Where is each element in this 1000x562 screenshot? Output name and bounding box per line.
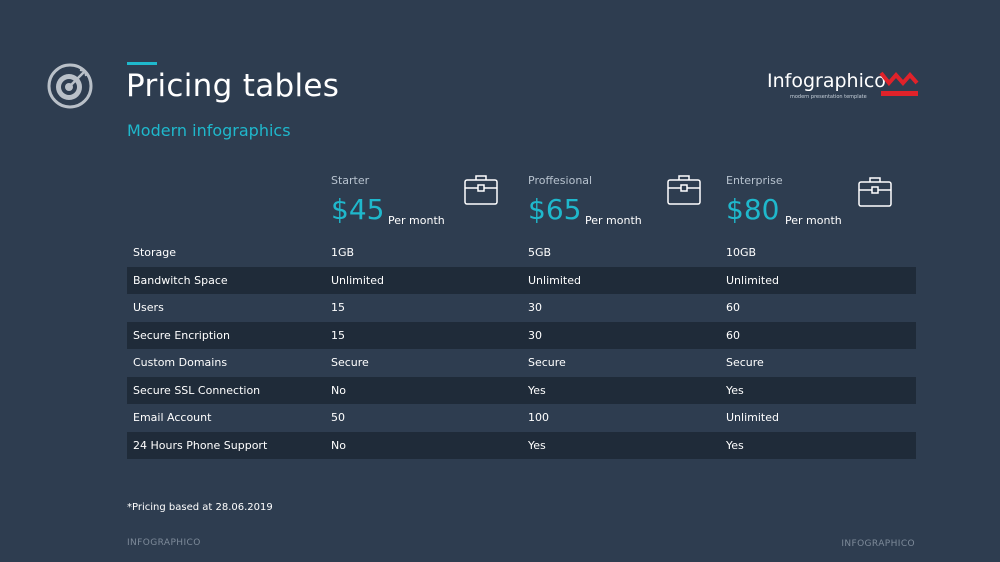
table-cell: Yes — [726, 383, 744, 397]
feature-label: Custom Domains — [133, 356, 228, 369]
table-cell: No — [331, 438, 346, 452]
table-row: Email Account 50 100 Unlimited — [127, 404, 916, 432]
table-cell: Secure — [726, 356, 764, 369]
table-cell: Unlimited — [726, 273, 779, 287]
footer-brand-right: INFOGRAPHICO — [841, 539, 915, 549]
plan-period: Per month — [388, 214, 445, 227]
plan-period: Per month — [585, 214, 642, 227]
table-cell: 100 — [528, 411, 549, 424]
plan-name: Starter — [331, 174, 370, 187]
table-cell: 1GB — [331, 246, 355, 259]
plan-price: $45 — [331, 193, 385, 226]
briefcase-icon — [464, 175, 498, 205]
brand-name: Infographico — [767, 70, 886, 92]
table-row: Custom Domains Secure Secure Secure — [127, 349, 916, 377]
table-cell: Secure — [331, 356, 369, 369]
feature-label: Secure SSL Connection — [133, 383, 261, 397]
table-cell: Secure — [528, 356, 566, 369]
table-cell: 30 — [528, 328, 542, 342]
brand-logo-icon — [879, 71, 919, 96]
title-accent-bar — [127, 62, 157, 65]
table-cell: Yes — [726, 438, 744, 452]
footer-brand-left: INFOGRAPHICO — [127, 538, 201, 548]
table-cell: 15 — [331, 301, 345, 314]
feature-label: Storage — [133, 246, 177, 259]
pricing-note: *Pricing based at 28.06.2019 — [127, 502, 273, 513]
table-cell: Unlimited — [528, 273, 581, 287]
table-cell: 5GB — [528, 246, 552, 259]
page-subtitle: Modern infographics — [127, 121, 291, 140]
table-row: Bandwitch Space Unlimited Unlimited Unli… — [127, 266, 916, 294]
target-icon — [47, 63, 93, 109]
table-row: Users 15 30 60 — [127, 294, 916, 322]
table-cell: 10GB — [726, 246, 757, 259]
plan-name: Enterprise — [726, 174, 783, 187]
table-row: 24 Hours Phone Support No Yes Yes — [127, 431, 916, 459]
table-cell: 15 — [331, 328, 345, 342]
plan-price: $65 — [528, 193, 582, 226]
table-cell: 60 — [726, 328, 740, 342]
table-cell: No — [331, 383, 346, 397]
plan-name: Proffesional — [528, 174, 593, 187]
plan-price: $80 — [726, 193, 780, 226]
table-cell: 30 — [528, 301, 542, 314]
brand-tagline: modern presentation template — [790, 94, 867, 100]
table-row: Secure SSL Connection No Yes Yes — [127, 376, 916, 404]
feature-label: Secure Encription — [133, 328, 230, 342]
plan-period: Per month — [785, 214, 842, 227]
feature-label: 24 Hours Phone Support — [133, 438, 268, 452]
table-cell: Unlimited — [331, 273, 384, 287]
table-cell: Unlimited — [726, 411, 779, 424]
pricing-table: Storage 1GB 5GB 10GB Bandwitch Space Unl… — [127, 239, 916, 459]
briefcase-icon — [667, 175, 701, 205]
table-row: Storage 1GB 5GB 10GB — [127, 239, 916, 267]
briefcase-icon — [858, 177, 892, 207]
table-cell: 60 — [726, 301, 740, 314]
feature-label: Users — [133, 301, 164, 314]
brand-block: Infographico modern presentation templat… — [767, 70, 922, 104]
feature-label: Bandwitch Space — [133, 273, 228, 287]
table-row: Secure Encription 15 30 60 — [127, 321, 916, 349]
page-title: Pricing tables — [126, 68, 340, 104]
table-cell: 50 — [331, 411, 345, 424]
table-cell: Yes — [528, 383, 546, 397]
table-cell: Yes — [528, 438, 546, 452]
feature-label: Email Account — [133, 411, 212, 424]
